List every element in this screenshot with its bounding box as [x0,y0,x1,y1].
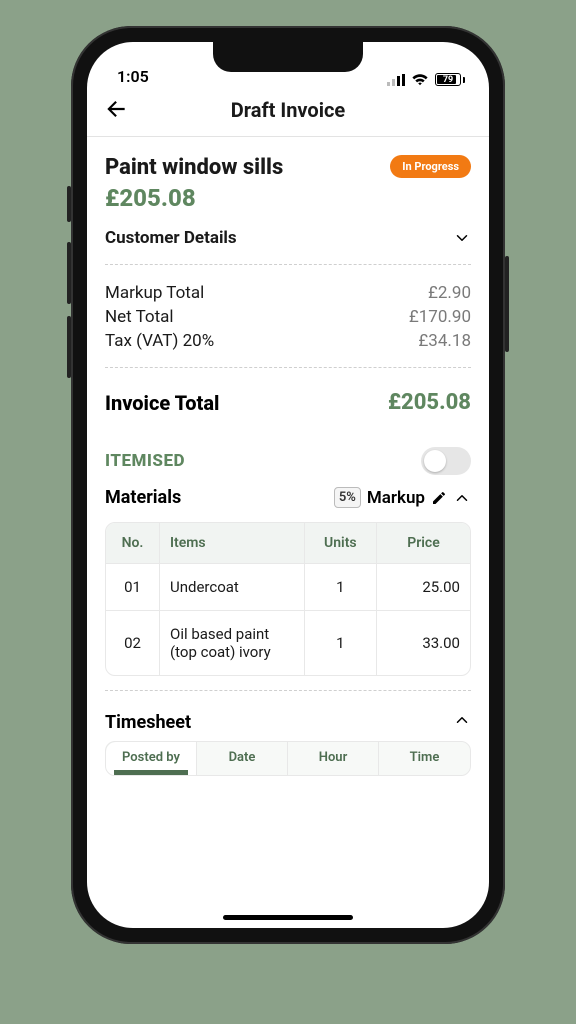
itemised-toggle[interactable] [421,447,471,475]
cell-no: 01 [106,564,160,610]
table-row: 01 Undercoat 1 25.00 [106,563,470,610]
itemised-label: ITEMISED [105,451,185,471]
markup-percent[interactable]: 5% [334,487,361,508]
timesheet-tabs: Posted by Date Hour Time [105,741,471,776]
active-tab-indicator [114,770,188,776]
timesheet-tab-hour[interactable]: Hour [288,742,379,775]
status-time: 1:05 [117,67,149,86]
side-button [67,316,71,378]
cell-price: 25.00 [377,564,470,610]
col-no: No. [106,523,160,563]
invoice-title: Paint window sills [105,155,283,180]
table-row: 02 Oil based paint (top coat) ivory 1 33… [106,610,470,675]
cell-units: 1 [305,611,377,675]
wifi-icon [411,73,429,86]
divider [105,367,471,368]
battery-level: 79 [443,75,453,85]
timesheet-tab-time[interactable]: Time [379,742,470,775]
total-row: Tax (VAT) 20% £34.18 [105,329,471,353]
invoice-total-label: Invoice Total [105,391,219,415]
side-button [505,256,509,352]
cell-item: Undercoat [160,564,305,610]
back-button[interactable] [103,96,129,127]
content: Paint window sills In Progress £205.08 C… [87,137,489,928]
total-label: Tax (VAT) 20% [105,331,214,351]
timesheet-tab-posted-by[interactable]: Posted by [106,742,197,775]
total-row: Markup Total £2.90 [105,281,471,305]
chevron-down-icon [453,229,471,247]
invoice-total-value: £205.08 [388,390,471,415]
tab-label: Posted by [122,750,180,765]
total-value: £34.18 [418,331,471,351]
divider [105,264,471,265]
notch [213,42,363,72]
materials-label: Materials [105,487,181,508]
markup-label: Markup [367,488,425,508]
total-row: Net Total £170.90 [105,305,471,329]
table-header: No. Items Units Price [106,523,470,563]
customer-details-toggle[interactable]: Customer Details [105,226,471,258]
totals-block: Markup Total £2.90 Net Total £170.90 Tax… [105,271,471,361]
col-units: Units [305,523,377,563]
timesheet-label: Timesheet [105,712,191,733]
tab-label: Date [229,750,256,765]
home-indicator [223,915,353,920]
total-label: Markup Total [105,283,204,303]
chevron-up-icon[interactable] [453,489,471,507]
battery-icon: 79 [435,73,465,86]
total-value: £170.90 [409,307,471,327]
screen: 1:05 79 Draft Invoice [87,42,489,928]
cell-units: 1 [305,564,377,610]
timesheet-toggle[interactable]: Timesheet [105,697,471,741]
page-title: Draft Invoice [231,98,345,122]
chevron-up-icon [453,711,471,733]
markup-group[interactable]: 5% Markup [334,487,471,508]
cell-item: Oil based paint (top coat) ivory [160,611,305,675]
toggle-knob [424,450,446,472]
status-badge: In Progress [390,155,471,178]
edit-icon[interactable] [431,490,447,506]
customer-details-label: Customer Details [105,228,237,248]
cell-price: 33.00 [377,611,470,675]
cell-no: 02 [106,611,160,675]
side-button [67,186,71,222]
nav-header: Draft Invoice [87,90,489,136]
side-button [67,242,71,304]
col-price: Price [377,523,470,563]
timesheet-tab-date[interactable]: Date [197,742,288,775]
col-items: Items [160,523,305,563]
phone-frame: 1:05 79 Draft Invoice [71,26,505,944]
total-value: £2.90 [428,283,471,303]
invoice-total-top: £205.08 [105,184,471,212]
invoice-grand-total-row: Invoice Total £205.08 [105,374,471,423]
total-label: Net Total [105,307,174,327]
tab-label: Hour [319,750,348,765]
divider [105,690,471,691]
materials-table: No. Items Units Price 01 Undercoat 1 25.… [105,522,471,676]
cellular-icon [387,74,405,86]
tab-label: Time [410,750,440,765]
back-arrow-icon [103,96,129,122]
